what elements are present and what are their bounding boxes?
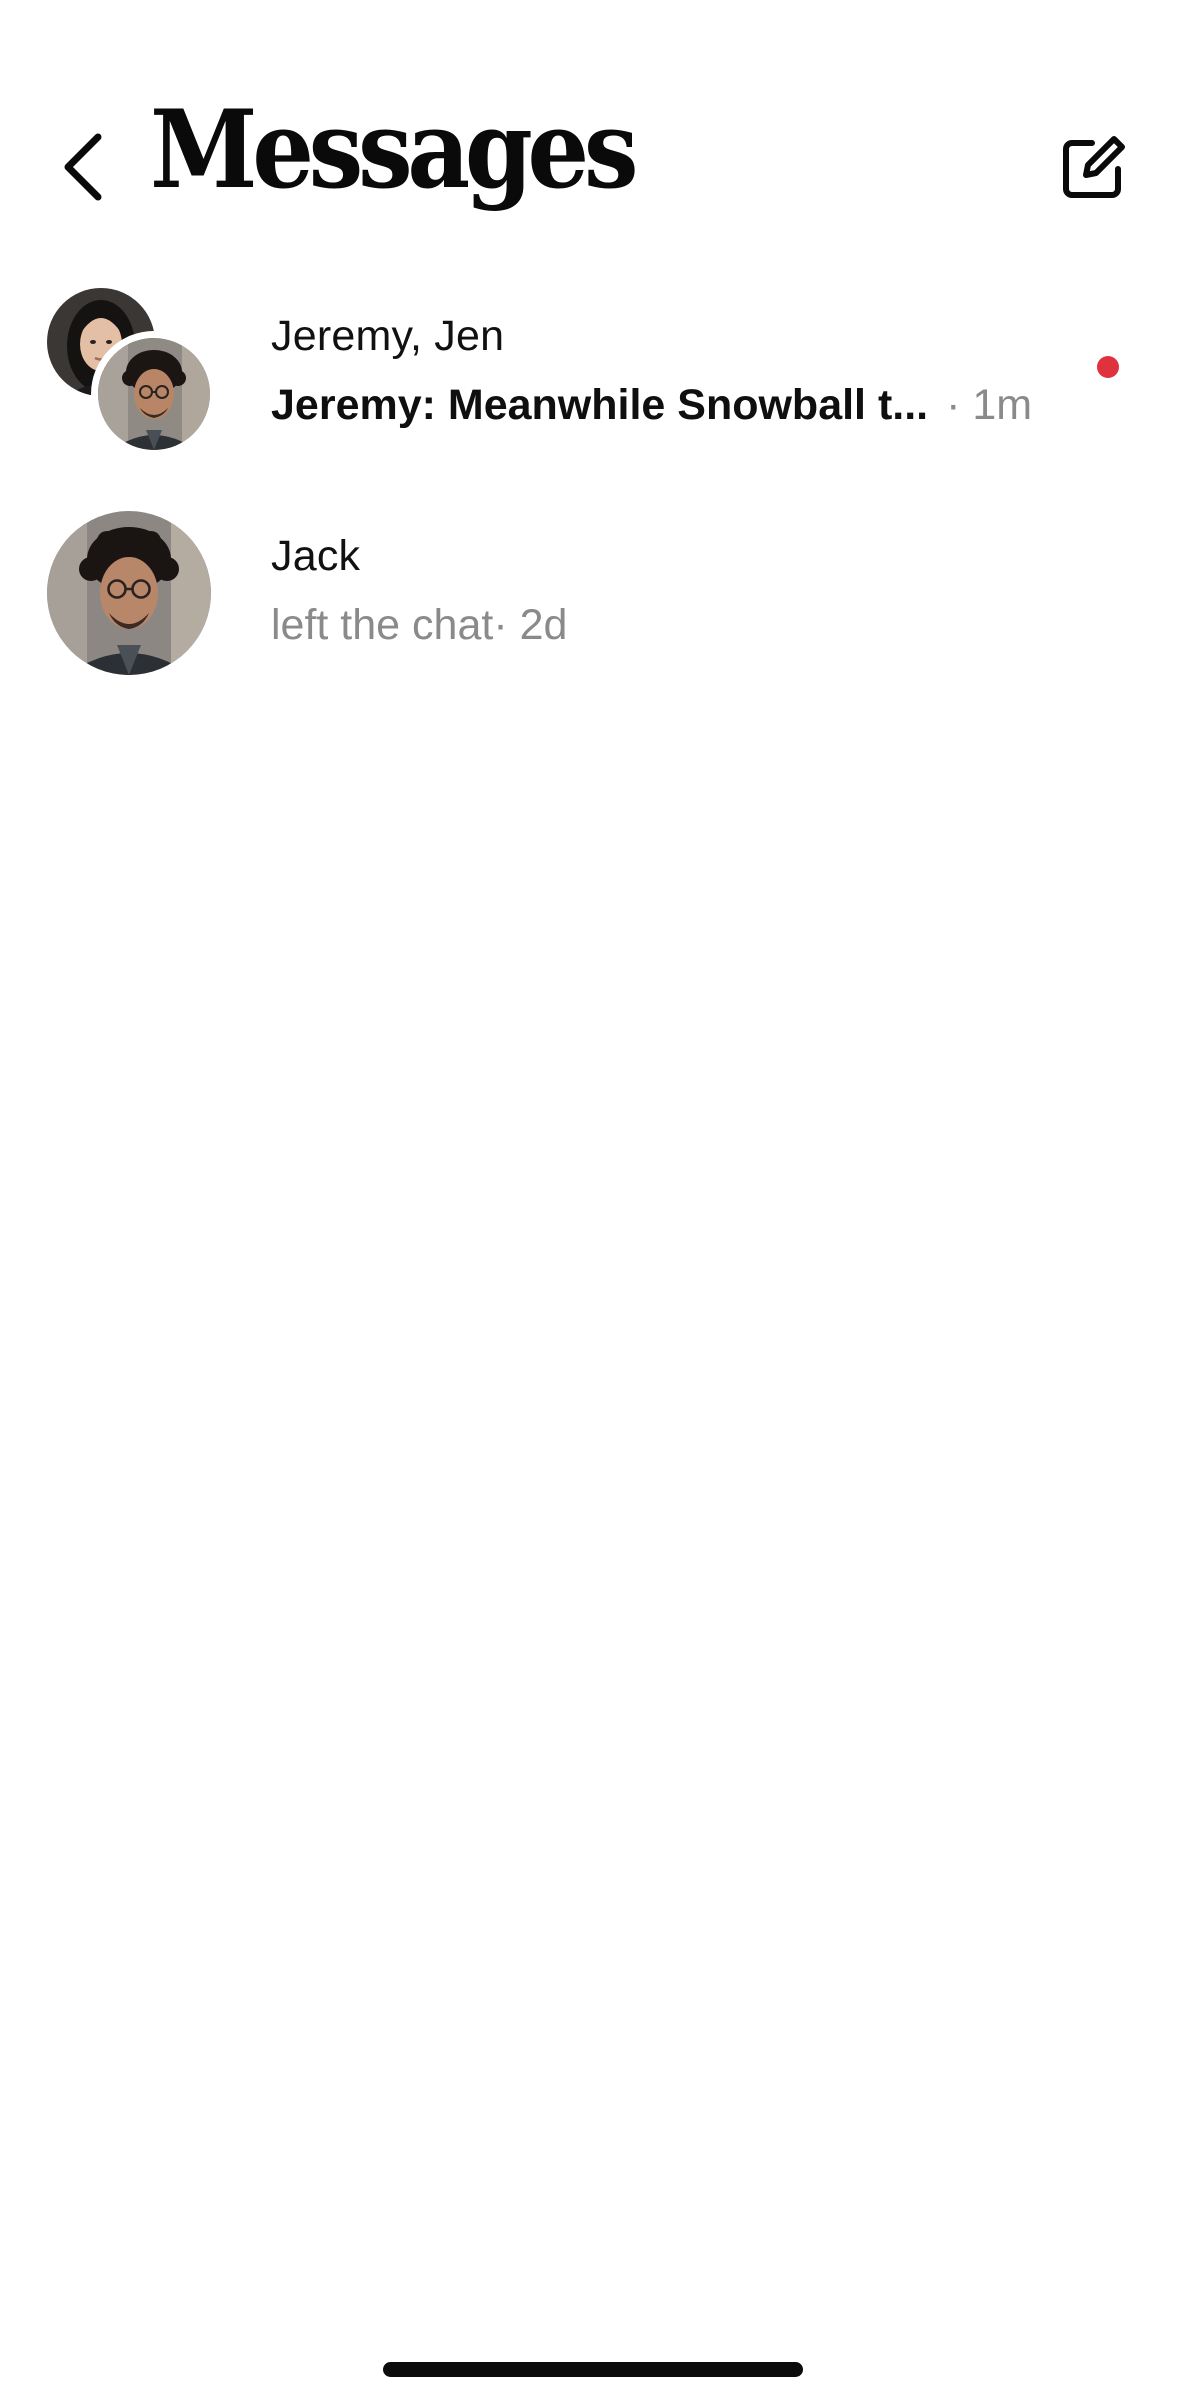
compose-button[interactable]: [1055, 130, 1131, 206]
conversation-preview: Jeremy: Meanwhile Snowball t...: [271, 381, 929, 429]
chevron-left-icon: [64, 133, 102, 201]
conversation-preview-row: left the chat · 2d: [271, 599, 567, 651]
conversation-preview: left the chat: [271, 601, 494, 649]
conversation-list: Jeremy, Jen Jeremy: Meanwhile Snowball t…: [0, 260, 1179, 649]
conversation-name: Jeremy, Jen: [271, 312, 505, 360]
conversation-item-jack[interactable]: Jack left the chat · 2d: [0, 260, 1179, 649]
conversation-name: Jack: [271, 532, 361, 580]
conversation-time: · 1m: [946, 381, 1033, 429]
conversation-preview-row: Jeremy: Meanwhile Snowball t... · 1m: [271, 379, 1032, 431]
avatar-jack: [47, 511, 211, 675]
conversation-item-jeremy-jen[interactable]: Jeremy, Jen Jeremy: Meanwhile Snowball t…: [0, 260, 1179, 482]
conversation-text: Jeremy, Jen Jeremy: Meanwhile Snowball t…: [271, 310, 1032, 431]
home-indicator[interactable]: [383, 2362, 803, 2377]
header: Messages: [0, 0, 1179, 260]
compose-icon: [1063, 136, 1125, 198]
conversation-time: · 2d: [493, 601, 568, 649]
back-button[interactable]: [52, 125, 112, 209]
conversation-text: Jack left the chat · 2d: [271, 530, 567, 651]
unread-indicator: [1097, 356, 1119, 378]
avatar-jeremy: [91, 331, 217, 457]
page-title: Messages: [150, 87, 639, 213]
